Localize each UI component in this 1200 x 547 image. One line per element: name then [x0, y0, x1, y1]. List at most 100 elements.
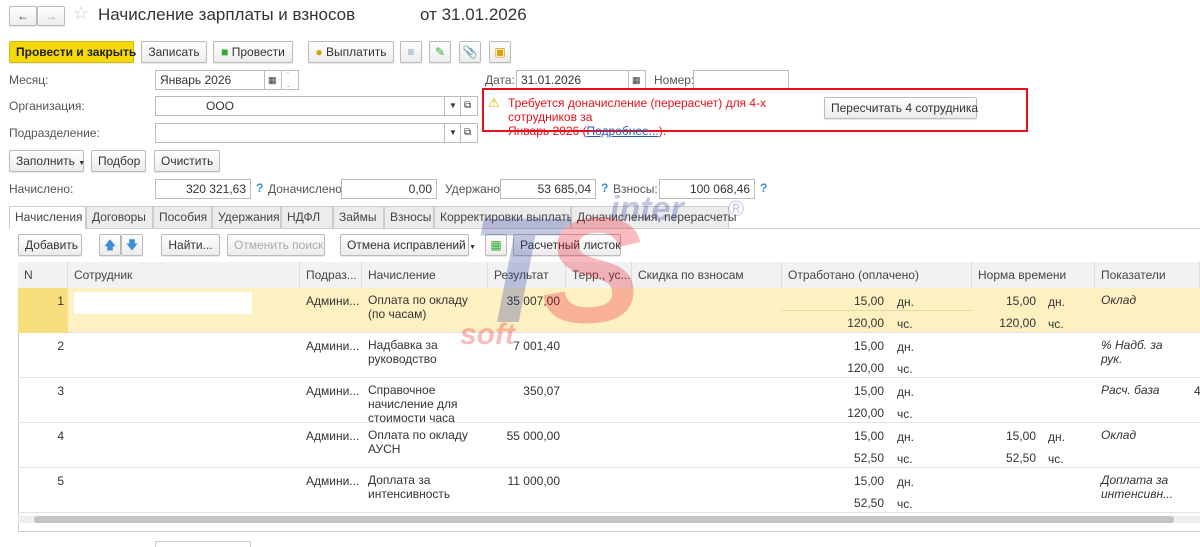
additional-value: 0,00	[341, 179, 437, 199]
number-input[interactable]	[693, 70, 789, 90]
accrual-cell: Оплата по окладу (по часам)	[368, 293, 468, 321]
back-button[interactable]: ←	[9, 6, 37, 26]
column-header-7[interactable]: Отработано (оплачено)	[782, 262, 972, 288]
column-header-5[interactable]: Терр., ус...	[566, 262, 632, 288]
table-row[interactable]: 1 Админи... Оплата по окладу (по часам) …	[18, 288, 1200, 333]
pay-label: Выплатить	[326, 45, 387, 59]
payslip-button[interactable]: Расчетный листок	[513, 234, 621, 256]
calendar-icon[interactable]: ▦	[264, 70, 282, 90]
hours-unit: чс.	[897, 407, 913, 421]
date-calendar-icon[interactable]: ▦	[628, 70, 646, 90]
days-unit: дн.	[897, 340, 914, 354]
worked-days: 15,00	[853, 429, 884, 443]
month-input[interactable]: Январь 2026	[155, 70, 265, 90]
cancel-fix-label: Отмена исправлений	[347, 238, 466, 252]
sign-icon[interactable]: ✎	[429, 41, 451, 63]
organization-input[interactable]: ООО	[155, 96, 445, 116]
department-cell: Админи...	[306, 429, 360, 443]
pay-button[interactable]: ● Выплатить	[308, 41, 394, 63]
result-cell: 11 000,00	[507, 474, 561, 488]
hours-unit: чс.	[897, 362, 913, 376]
norm-days-unit: дн.	[1048, 295, 1065, 309]
column-header-6[interactable]: Скидка по взносам	[632, 262, 782, 288]
month-label: Месяц:	[9, 73, 49, 87]
help-icon[interactable]: ?	[601, 181, 608, 195]
save-button[interactable]: Записать	[141, 41, 207, 63]
organization-dropdown[interactable]: ▼	[444, 96, 461, 116]
norm-hours: 120,00	[999, 316, 1036, 330]
warning-panel: ⚠ Требуется доначисление (перерасчет) дл…	[482, 88, 1028, 138]
indicator-cell: % Надб. за рук.	[1101, 338, 1163, 366]
indicator-value: 4	[1194, 384, 1200, 398]
scrollbar-thumb[interactable]	[34, 516, 1174, 523]
tab-2[interactable]: Пособия	[153, 206, 212, 228]
norm-days-unit: дн.	[1048, 430, 1065, 444]
add-button[interactable]: Добавить	[18, 234, 82, 256]
tab-7[interactable]: Корректировки выплаты	[434, 206, 575, 228]
attachment-icon[interactable]: 📎	[459, 41, 481, 63]
move-down-button[interactable]: 🡇	[121, 234, 143, 256]
withheld-value: 53 685,04	[500, 179, 596, 199]
norm-hours-unit: чс.	[1048, 317, 1064, 331]
excel-icon[interactable]: ▦	[485, 234, 507, 256]
post-button[interactable]: ■ Провести	[213, 41, 293, 63]
find-button[interactable]: Найти...	[161, 234, 220, 256]
tabs-line	[9, 228, 1200, 229]
recalculate-button[interactable]: Пересчитать 4 сотрудника	[824, 97, 978, 119]
table-row[interactable]: 4 Админи... Оплата по окладу АУСН 55 000…	[18, 423, 1200, 468]
department-dropdown[interactable]: ▼	[444, 123, 461, 143]
cancel-search-button[interactable]: Отменить поиск	[227, 234, 325, 256]
tab-4[interactable]: НДФЛ	[281, 206, 333, 228]
tab-6[interactable]: Взносы	[384, 206, 434, 228]
help-icon[interactable]: ?	[760, 181, 767, 195]
month-stepper[interactable]: ˙.	[281, 70, 299, 90]
tab-1[interactable]: Договоры	[86, 206, 153, 228]
warning-line2: Январь 2026 (	[508, 124, 587, 138]
date-input[interactable]: 31.01.2026	[516, 70, 629, 90]
report-icon[interactable]: ▣	[489, 41, 511, 63]
department-label: Подразделение:	[9, 126, 100, 140]
column-header-8[interactable]: Норма времени	[972, 262, 1095, 288]
select-button[interactable]: Подбор	[91, 150, 146, 172]
department-input[interactable]	[155, 123, 445, 143]
cancel-fix-button[interactable]: Отмена исправлений ▼	[340, 234, 476, 256]
column-header-3[interactable]: Начисление	[362, 262, 488, 288]
column-header-9[interactable]: Показатели	[1095, 262, 1200, 288]
contrib-label: Взносы:	[613, 182, 658, 196]
move-up-button[interactable]: 🡅	[99, 234, 121, 256]
horizontal-scrollbar[interactable]	[18, 516, 1200, 523]
department-cell: Админи...	[306, 294, 360, 308]
window-title: Начисление зарплаты и взносов	[98, 5, 356, 24]
chevron-down-icon: ▼	[469, 244, 477, 251]
column-header-1[interactable]: Сотрудник	[68, 262, 300, 288]
column-header-4[interactable]: Результат	[488, 262, 566, 288]
table-row[interactable]: 2 Админи... Надбавка за руководство 7 00…	[18, 333, 1200, 378]
tab-5[interactable]: Займы	[333, 206, 384, 228]
table-row[interactable]: 3 Админи... Справочное начисление для ст…	[18, 378, 1200, 425]
post-icon: ■	[221, 45, 229, 59]
column-header-0[interactable]: N	[18, 262, 68, 288]
help-icon[interactable]: ?	[256, 181, 263, 195]
accrued-value: 320 321,63	[155, 179, 251, 199]
forward-button[interactable]: →	[37, 6, 65, 26]
table-row[interactable]: 5 Админи... Доплата за интенсивность 11 …	[18, 468, 1200, 513]
column-header-2[interactable]: Подраз...	[300, 262, 362, 288]
department-open-icon[interactable]: ⧉	[460, 123, 478, 143]
fill-button[interactable]: Заполнить ▼	[9, 150, 85, 172]
worked-hours: 120,00	[847, 406, 884, 420]
result-cell: 7 001,40	[513, 339, 560, 353]
clear-button[interactable]: Очистить	[154, 150, 220, 172]
tab-3[interactable]: Удержания	[212, 206, 281, 228]
star-icon[interactable]: ☆	[73, 3, 89, 24]
department-cell: Админи...	[306, 384, 360, 398]
organization-open-icon[interactable]: ⧉	[460, 96, 478, 116]
department-cell: Админи...	[306, 339, 360, 353]
row-number: 3	[57, 384, 64, 398]
indicator-cell: Оклад	[1101, 428, 1137, 442]
tab-0[interactable]: Начисления	[9, 206, 86, 229]
list-icon[interactable]: ≡	[400, 41, 422, 63]
employee-name-redacted	[74, 292, 252, 314]
details-link[interactable]: Подробнее...	[587, 124, 659, 138]
tab-8[interactable]: Доначисления, перерасчеты	[571, 206, 736, 228]
post-and-close-button[interactable]: Провести и закрыть	[9, 41, 136, 63]
